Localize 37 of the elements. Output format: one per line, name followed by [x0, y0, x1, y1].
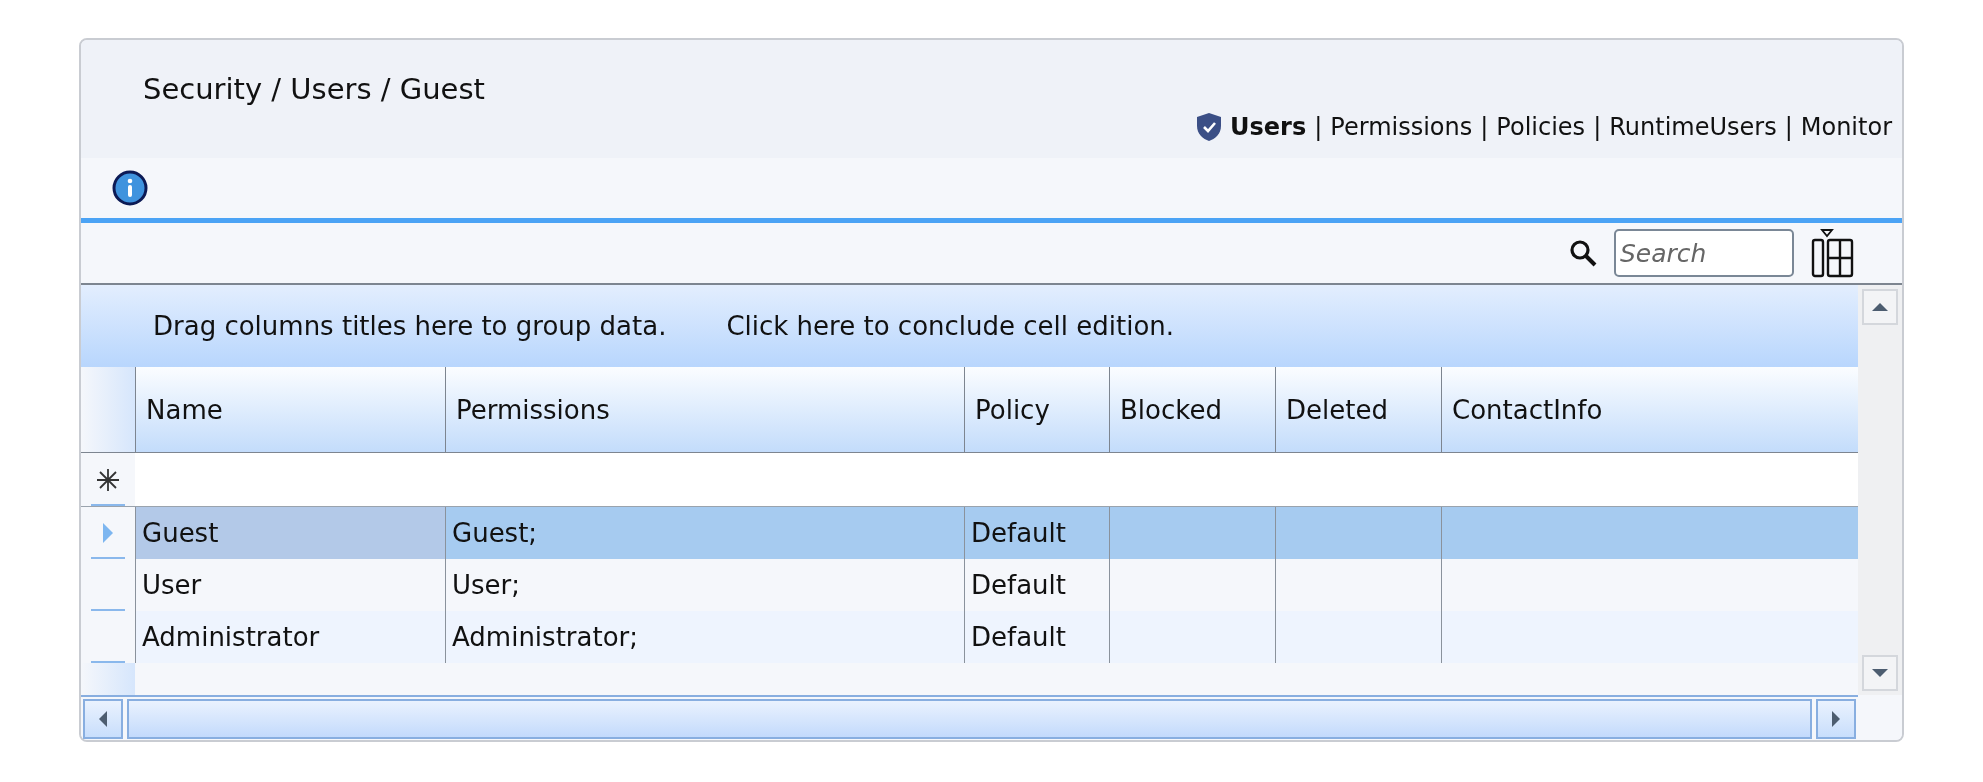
table-cell: Administrator;: [445, 611, 964, 663]
group-panel[interactable]: Drag columns titles here to group data. Click here to conclude cell edition.: [81, 285, 1858, 367]
column-header[interactable]: Deleted: [1275, 367, 1441, 452]
table-cell: Default: [964, 611, 1109, 663]
table-cell: Guest: [135, 507, 445, 559]
table-cell: Default: [964, 507, 1109, 559]
asterisk-icon: [96, 467, 120, 492]
nav-separator: |: [1784, 113, 1793, 141]
breadcrumb: Security / Users / Guest: [142, 71, 485, 106]
table-cell: Administrator: [135, 611, 445, 663]
nav-separator: |: [1480, 113, 1489, 141]
nav-link[interactable]: Monitor: [1800, 113, 1892, 141]
group-hint: Drag columns titles here to group data.: [153, 311, 667, 341]
nav-link[interactable]: Policies: [1496, 113, 1586, 141]
search-field[interactable]: Search: [1614, 229, 1794, 277]
table-cell: Guest;: [445, 507, 964, 559]
nav-link[interactable]: Users: [1230, 113, 1307, 141]
column-header[interactable]: ContactInfo: [1441, 367, 1858, 452]
conclude-edit-link[interactable]: Click here to conclude cell edition.: [726, 311, 1175, 341]
scroll-left-icon[interactable]: [98, 709, 108, 728]
column-header[interactable]: Permissions: [445, 367, 964, 452]
nav-separator: |: [1314, 113, 1323, 141]
vertical-scrollbar[interactable]: [1858, 285, 1902, 695]
nav-link[interactable]: RuntimeUsers: [1609, 113, 1777, 141]
scroll-down-icon[interactable]: [1871, 668, 1889, 678]
scroll-right-icon[interactable]: [1831, 709, 1841, 728]
scroll-up-icon[interactable]: [1871, 302, 1889, 312]
column-header[interactable]: Blocked: [1109, 367, 1275, 452]
search-icon[interactable]: [1568, 238, 1598, 268]
column-chooser-icon[interactable]: [1810, 228, 1856, 278]
nav-separator: |: [1593, 113, 1602, 141]
column-header[interactable]: Name: [135, 367, 445, 452]
shield-check-icon: [1196, 112, 1223, 142]
row-pointer-icon: [102, 522, 114, 544]
nav-link[interactable]: Permissions: [1330, 113, 1473, 141]
info-icon[interactable]: [112, 170, 148, 206]
column-header[interactable]: Policy: [964, 367, 1109, 452]
